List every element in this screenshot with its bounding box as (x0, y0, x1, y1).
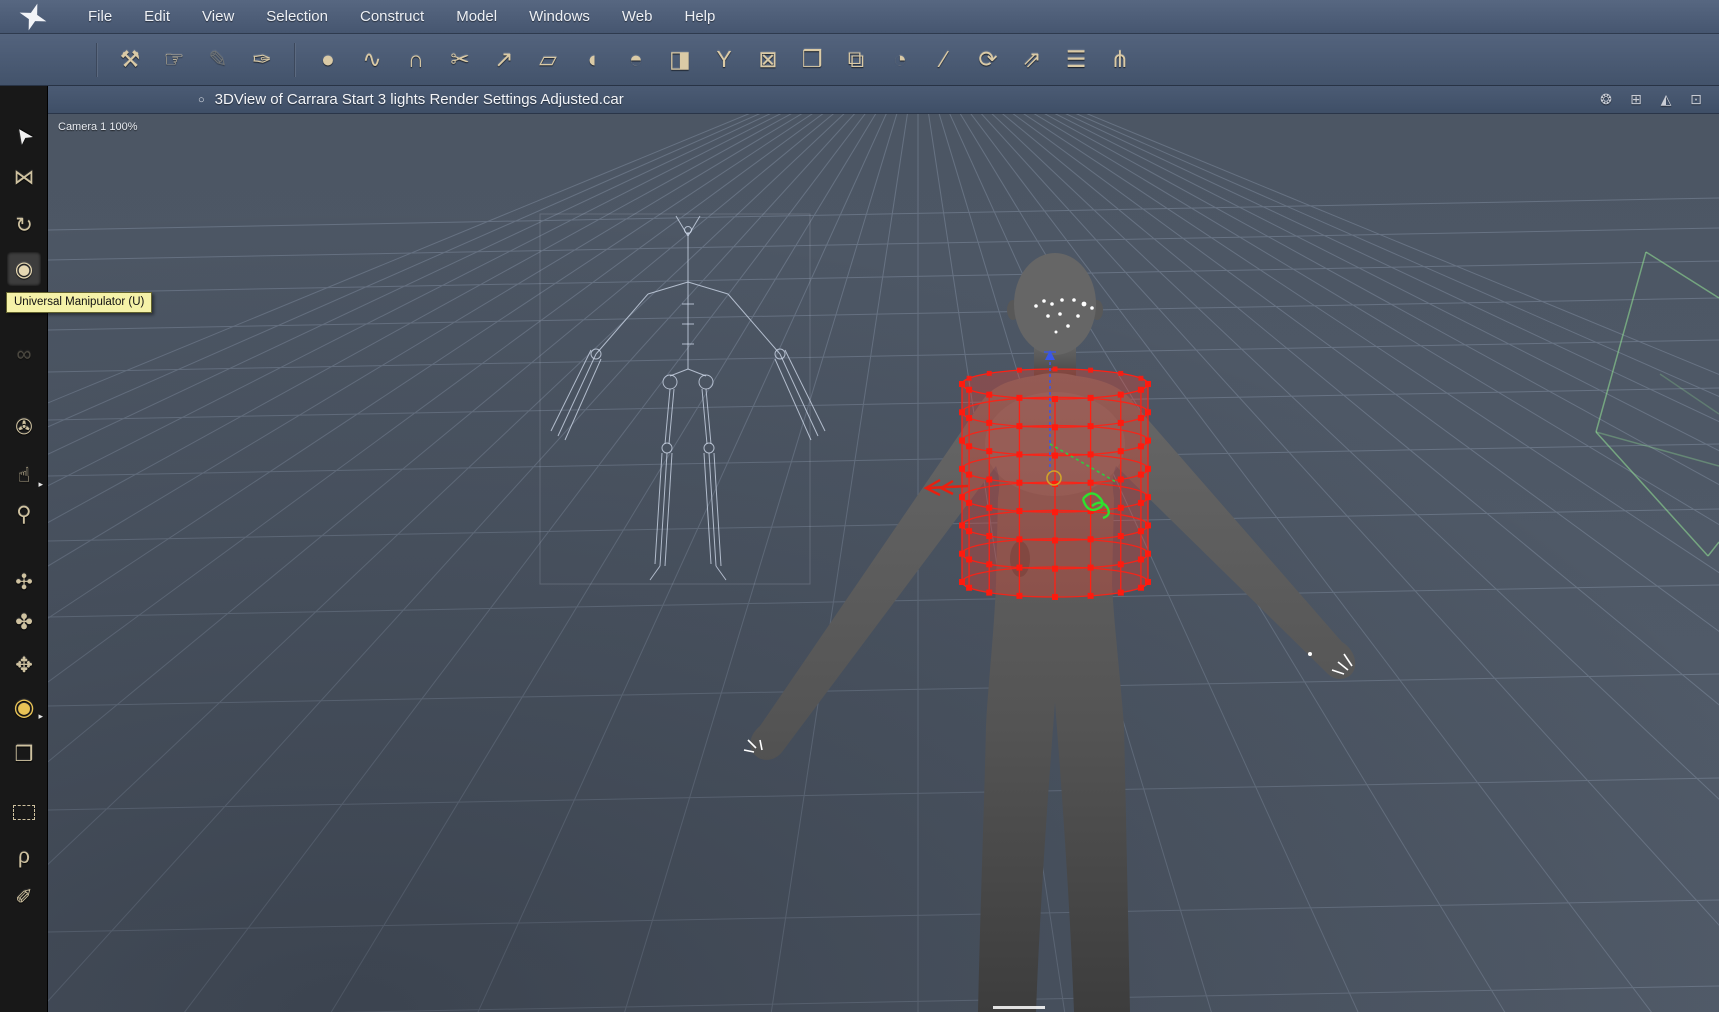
trackball-tool-icon[interactable]: ◉ ▸ (7, 690, 43, 724)
extrude-tool-icon[interactable]: ◨ (658, 40, 702, 80)
3d-viewport[interactable]: Camera 1 100% (48, 114, 1719, 1012)
menubar: File Edit View Selection Construct Model… (0, 0, 1719, 34)
clipboard-tool-icon[interactable]: ⧉ (834, 40, 878, 80)
menu-model[interactable]: Model (440, 8, 513, 25)
menu-view[interactable]: View (186, 8, 250, 25)
toolbar-separator (96, 42, 98, 77)
zoom-tool-icon[interactable]: ⚲ (7, 497, 41, 531)
render-preview-icon[interactable]: ❂ (1597, 91, 1615, 108)
goblet-tool-icon[interactable]: Y (702, 40, 746, 80)
vase-tool-icon[interactable]: ◓ (614, 40, 658, 80)
line-tool-icon[interactable]: ∕ (922, 40, 966, 80)
universal-manipulator-tool-icon[interactable]: ◉ (7, 252, 41, 286)
wrench-tool-icon[interactable]: ⚒ (108, 40, 152, 80)
brush-tool-icon[interactable]: ✎ (196, 40, 240, 80)
sweep-tool-icon[interactable]: ✥ (7, 648, 41, 682)
scissors-tool-icon[interactable]: ✂ (438, 40, 482, 80)
3d-scene (48, 114, 1719, 1012)
push-tool-icon[interactable]: ⇗ (1010, 40, 1054, 80)
bone-tool-icon[interactable]: ⋔ (1098, 40, 1142, 80)
dome-tool-icon[interactable]: ◖ (570, 40, 614, 80)
menu-windows[interactable]: Windows (513, 8, 606, 25)
camera-label: Camera 1 100% (58, 121, 138, 133)
levels-tool-icon[interactable]: ☰ (1054, 40, 1098, 80)
toolbar: ⚒ ☞ ✎ ✑ ● ∿ ∩ ✂ ↗ ▱ ◖ ◓ ◨ Y ⊠ ❒ ⧉ ◔ ∕ ⟳ … (0, 34, 1719, 86)
magnet-tool-icon[interactable]: ∩ (394, 40, 438, 80)
collapse-circle-icon[interactable]: ○ (198, 94, 205, 106)
plane-tool-icon[interactable]: ▱ (526, 40, 570, 80)
menu-selection[interactable]: Selection (250, 8, 344, 25)
checker-tool-icon[interactable]: ⊠ (746, 40, 790, 80)
marquee-select-tool-icon[interactable] (7, 795, 41, 829)
trackball-glyph-icon: ◉ (13, 693, 35, 721)
toolbar-separator (294, 42, 296, 77)
working-box-tool-icon[interactable]: ❒ (7, 737, 41, 771)
link-tool-icon[interactable]: ∞ (7, 338, 41, 372)
hand-glyph-icon: ☝ (17, 463, 31, 487)
select-tool-icon[interactable]: ➤ (7, 118, 41, 152)
tooltip: Universal Manipulator (U) (6, 292, 153, 313)
expand-view-icon[interactable]: ⊡ (1687, 91, 1705, 108)
rotate-tool-icon[interactable]: ↻ (7, 208, 41, 242)
camera-tool-icon[interactable]: ✇ (7, 410, 41, 444)
trowel-tool-icon[interactable]: ✑ (240, 40, 284, 80)
left-tool-rail: ➤ ⋈ ↻ ◉ ∞ ✇ ☝ ▸ ⚲ ✣ ✤ ✥ ◉ ▸ ❒ ρ ✐ (0, 86, 48, 1012)
menu-web[interactable]: Web (606, 8, 669, 25)
app-logo-icon (16, 2, 50, 32)
shaded-view-icon[interactable]: ◭ (1657, 91, 1675, 108)
viewport-title: 3DView of Carrara Start 3 lights Render … (214, 91, 624, 108)
flyout-arrow-icon: ▸ (38, 479, 43, 489)
pointer-arrow-icon: ➤ (9, 121, 39, 149)
pan-tool-icon[interactable]: ☝ ▸ (7, 458, 43, 492)
sphere-slice-tool-icon[interactable]: ◔ (878, 40, 922, 80)
selected-mesh-cylinder[interactable] (959, 366, 1151, 601)
dolly-tool-icon[interactable]: ✣ (7, 565, 41, 599)
menu-help[interactable]: Help (669, 8, 732, 25)
scale-tool-icon[interactable]: ⋈ (7, 160, 41, 194)
viewport-panel: ○ 3DView of Carrara Start 3 lights Rende… (48, 86, 1719, 1012)
point-tool-icon[interactable]: ↗ (482, 40, 526, 80)
paint-select-tool-icon[interactable]: ✐ (7, 880, 41, 914)
sphere-tool-icon[interactable]: ● (306, 40, 350, 80)
track-tool-icon[interactable]: ✤ (7, 605, 41, 639)
menu-file[interactable]: File (72, 8, 128, 25)
menu-edit[interactable]: Edit (128, 8, 186, 25)
marquee-box-icon (13, 804, 35, 820)
lasso-select-tool-icon[interactable]: ρ (7, 840, 41, 874)
viewport-header: ○ 3DView of Carrara Start 3 lights Rende… (48, 86, 1719, 114)
hand-tool-icon[interactable]: ☞ (152, 40, 196, 80)
bottom-marker (993, 1006, 1045, 1009)
rotate-figure-tool-icon[interactable]: ⟳ (966, 40, 1010, 80)
menu-construct[interactable]: Construct (344, 8, 440, 25)
cube-tool-icon[interactable]: ❒ (790, 40, 834, 80)
spline-tool-icon[interactable]: ∿ (350, 40, 394, 80)
flyout-arrow-icon: ▸ (38, 711, 43, 721)
layout-grid-icon[interactable]: ⊞ (1627, 91, 1645, 108)
